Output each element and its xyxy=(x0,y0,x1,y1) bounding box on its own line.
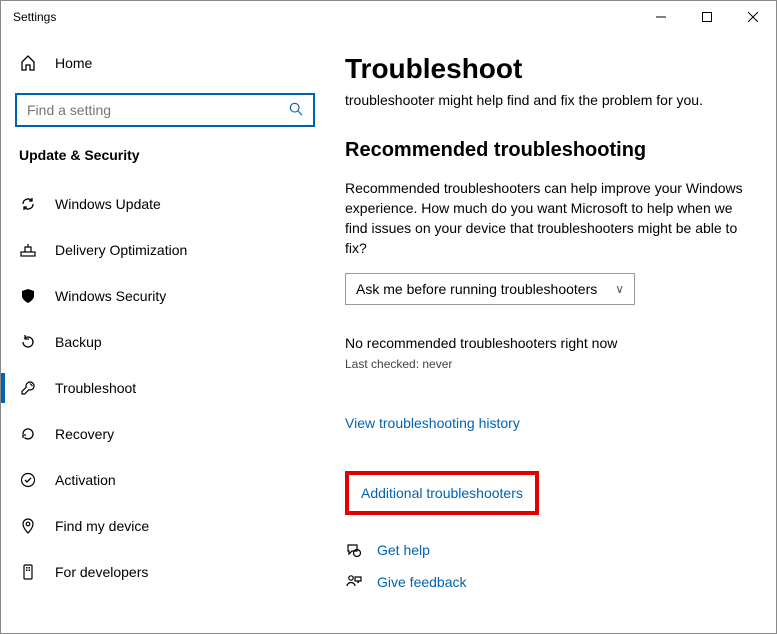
sidebar-item-backup[interactable]: Backup xyxy=(1,319,329,365)
sidebar-item-troubleshoot[interactable]: Troubleshoot xyxy=(1,365,329,411)
sidebar-item-find-my-device[interactable]: Find my device xyxy=(1,503,329,549)
main-content: Troubleshoot troubleshooter might help f… xyxy=(329,33,776,633)
sidebar-item-windows-security[interactable]: Windows Security xyxy=(1,273,329,319)
home-label: Home xyxy=(55,55,92,71)
shield-icon xyxy=(19,287,37,305)
delivery-icon xyxy=(19,241,37,259)
content-container: Home Update & Security Windows Update De… xyxy=(1,33,776,633)
sidebar-item-label: For developers xyxy=(55,564,148,580)
sidebar-item-recovery[interactable]: Recovery xyxy=(1,411,329,457)
sidebar-item-activation[interactable]: Activation xyxy=(1,457,329,503)
sidebar-item-label: Backup xyxy=(55,334,102,350)
sidebar-item-label: Troubleshoot xyxy=(55,380,136,396)
troubleshoot-preference-dropdown[interactable]: Ask me before running troubleshooters ∨ xyxy=(345,273,635,305)
additional-troubleshooters-highlight: Additional troubleshooters xyxy=(345,471,539,515)
titlebar: Settings xyxy=(1,1,776,33)
section-heading: Recommended troubleshooting xyxy=(345,139,756,162)
get-help-link[interactable]: Get help xyxy=(377,542,430,558)
close-button[interactable] xyxy=(730,1,776,33)
status-text: No recommended troubleshooters right now xyxy=(345,335,756,351)
sidebar: Home Update & Security Windows Update De… xyxy=(1,33,329,633)
give-feedback-link[interactable]: Give feedback xyxy=(377,574,467,590)
maximize-button[interactable] xyxy=(684,1,730,33)
search-box[interactable] xyxy=(15,93,315,127)
sidebar-item-label: Delivery Optimization xyxy=(55,242,187,258)
dropdown-value: Ask me before running troubleshooters xyxy=(356,281,597,297)
sidebar-item-label: Recovery xyxy=(55,426,114,442)
search-icon xyxy=(289,102,303,119)
additional-troubleshooters-link[interactable]: Additional troubleshooters xyxy=(361,485,523,501)
window-title: Settings xyxy=(13,10,56,24)
backup-icon xyxy=(19,333,37,351)
location-icon xyxy=(19,517,37,535)
window-controls xyxy=(638,1,776,33)
sidebar-item-delivery-optimization[interactable]: Delivery Optimization xyxy=(1,227,329,273)
get-help-row[interactable]: Get help xyxy=(345,541,756,559)
home-icon xyxy=(19,54,37,72)
sidebar-item-label: Windows Security xyxy=(55,288,166,304)
developer-icon xyxy=(19,563,37,581)
search-input[interactable] xyxy=(27,102,289,118)
activation-icon xyxy=(19,471,37,489)
chevron-down-icon: ∨ xyxy=(615,282,624,296)
minimize-button[interactable] xyxy=(638,1,684,33)
last-checked-text: Last checked: never xyxy=(345,357,756,371)
view-history-link[interactable]: View troubleshooting history xyxy=(345,415,520,431)
sidebar-item-label: Activation xyxy=(55,472,116,488)
get-help-icon xyxy=(345,541,363,559)
sidebar-item-windows-update[interactable]: Windows Update xyxy=(1,181,329,227)
sync-icon xyxy=(19,195,37,213)
give-feedback-row[interactable]: Give feedback xyxy=(345,573,756,591)
category-heading: Update & Security xyxy=(1,145,329,181)
section-description: Recommended troubleshooters can help imp… xyxy=(345,178,745,259)
nav-list: Windows Update Delivery Optimization Win… xyxy=(1,181,329,595)
home-nav[interactable]: Home xyxy=(1,43,329,83)
intro-text: troubleshooter might help find and fix t… xyxy=(345,91,756,111)
wrench-icon xyxy=(19,379,37,397)
recovery-icon xyxy=(19,425,37,443)
page-title: Troubleshoot xyxy=(345,53,756,85)
sidebar-item-for-developers[interactable]: For developers xyxy=(1,549,329,595)
sidebar-item-label: Windows Update xyxy=(55,196,161,212)
feedback-icon xyxy=(345,573,363,591)
sidebar-item-label: Find my device xyxy=(55,518,149,534)
